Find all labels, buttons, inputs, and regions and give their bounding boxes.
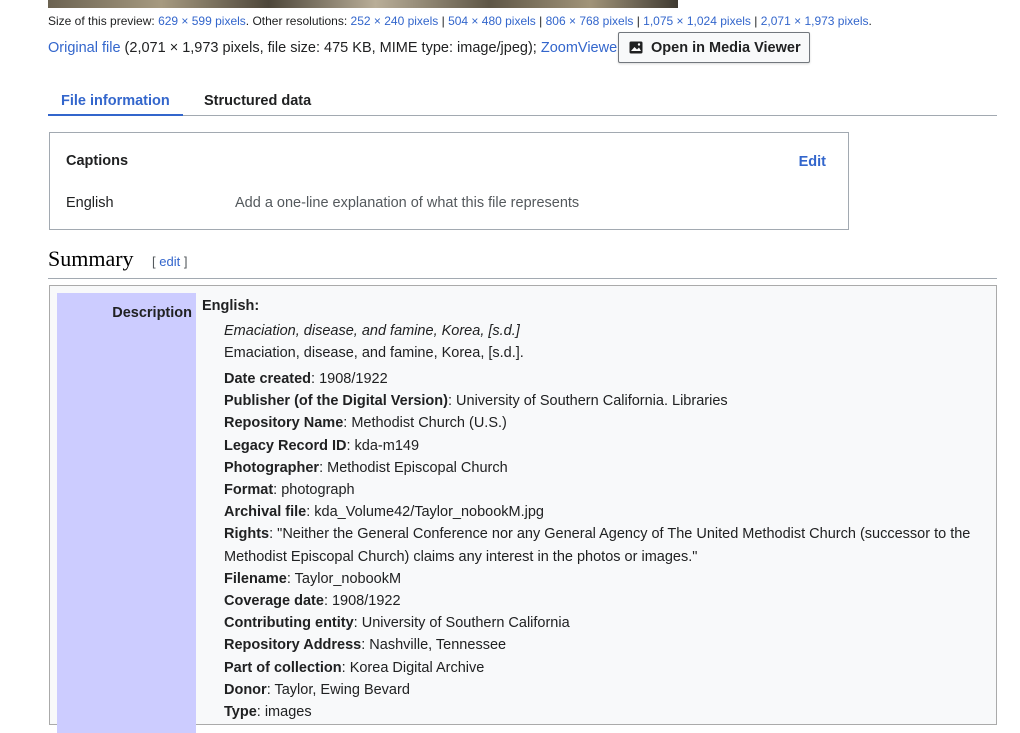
metadata-field-value: : Methodist Episcopal Church bbox=[319, 459, 508, 476]
metadata-field-key: Contributing entity bbox=[224, 615, 354, 632]
metadata-field: Repository Name: Methodist Church (U.S.) bbox=[224, 412, 982, 434]
resolution-link[interactable]: 2,071 × 1,973 pixels bbox=[761, 14, 869, 28]
metadata-field-key: Type bbox=[224, 704, 257, 721]
summary-heading: Summary [ edit ] bbox=[48, 246, 997, 279]
resolution-link[interactable]: 1,075 × 1,024 pixels bbox=[643, 14, 751, 28]
metadata-field: Repository Address: Nashville, Tennessee bbox=[224, 634, 982, 656]
summary-edit-section: [ edit ] bbox=[152, 254, 187, 269]
original-file-info: (2,071 × 1,973 pixels, file size: 475 KB… bbox=[120, 40, 541, 56]
metadata-field-key: Photographer bbox=[224, 459, 320, 476]
metadata-field-value: : kda-m149 bbox=[346, 437, 420, 454]
metadata-field-value: : Taylor, Ewing Bevard bbox=[266, 681, 410, 698]
metadata-field: Type: images bbox=[224, 701, 982, 723]
metadata-field-key: Rights bbox=[224, 526, 270, 543]
preview-resolutions: Size of this preview: 629 × 599 pixels. … bbox=[48, 14, 872, 28]
metadata-field-key: Archival file bbox=[224, 504, 307, 521]
captions-title: Captions bbox=[66, 153, 129, 169]
caption-language: English bbox=[66, 195, 114, 211]
metadata-field: Format: photograph bbox=[224, 479, 982, 501]
metadata-field-key: Legacy Record ID bbox=[224, 437, 347, 454]
open-media-viewer-label: Open in Media Viewer bbox=[651, 39, 801, 56]
open-media-viewer-button[interactable]: Open in Media Viewer bbox=[618, 32, 810, 63]
other-resolutions-label: . Other resolutions: bbox=[245, 14, 348, 28]
image-icon bbox=[629, 41, 643, 54]
metadata-field: Rights: "Neither the General Conference … bbox=[224, 523, 982, 567]
metadata-field: Contributing entity: University of South… bbox=[224, 612, 982, 634]
metadata-field-value: : photograph bbox=[273, 482, 355, 499]
metadata-field-key: Publisher (of the Digital Version) bbox=[224, 393, 448, 410]
tab-file-information[interactable]: File information bbox=[48, 88, 183, 116]
metadata-field-value: : "Neither the General Conference nor an… bbox=[224, 526, 971, 565]
summary-edit-link[interactable]: edit bbox=[159, 254, 180, 269]
captions-panel: Captions Edit English Add a one-line exp… bbox=[49, 132, 849, 230]
original-file-line: Original file (2,071 × 1,973 pixels, fil… bbox=[48, 40, 622, 56]
current-resolution-link[interactable]: 629 × 599 pixels bbox=[158, 14, 246, 28]
captions-edit-button[interactable]: Edit bbox=[799, 154, 826, 170]
summary-title: Summary bbox=[48, 246, 134, 271]
metadata-field-value: : kda_Volume42/Taylor_nobookM.jpg bbox=[306, 504, 544, 521]
file-tabs: File information Structured data bbox=[48, 88, 997, 116]
metadata-field-key: Date created bbox=[224, 371, 312, 387]
description-content: English: Emaciation, disease, and famine… bbox=[202, 298, 982, 723]
description-label: Description bbox=[112, 305, 192, 321]
period: . bbox=[868, 14, 872, 28]
metadata-field: Donor: Taylor, Ewing Bevard bbox=[224, 679, 982, 701]
metadata-field-value: : Taylor_nobookM bbox=[286, 570, 402, 587]
resolution-link[interactable]: 504 × 480 pixels bbox=[448, 14, 536, 28]
caption-placeholder: Add a one-line explanation of what this … bbox=[235, 195, 580, 211]
metadata-field-value: : 1908/1922 bbox=[311, 371, 388, 387]
tab-structured-data[interactable]: Structured data bbox=[191, 88, 324, 116]
metadata-field: Archival file: kda_Volume42/Taylor_noboo… bbox=[224, 501, 982, 523]
metadata-field: Publisher (of the Digital Version): Univ… bbox=[224, 390, 982, 412]
metadata-field-key: Filename bbox=[224, 570, 287, 587]
metadata-field: Photographer: Methodist Episcopal Church bbox=[224, 457, 982, 479]
metadata-field-value: : University of Southern California. Lib… bbox=[447, 393, 728, 410]
metadata-field: Filename: Taylor_nobookM bbox=[224, 568, 982, 590]
preview-size-label: Size of this preview: bbox=[48, 14, 155, 28]
original-file-link[interactable]: Original file bbox=[48, 40, 121, 56]
image-preview[interactable] bbox=[48, 0, 678, 8]
metadata-field-key: Donor bbox=[224, 681, 267, 698]
description-title: Emaciation, disease, and famine, Korea, … bbox=[224, 345, 524, 361]
metadata-field-value: : Methodist Church (U.S.) bbox=[343, 415, 507, 432]
metadata-field-value: : images bbox=[256, 704, 312, 721]
information-table: Description English: Emaciation, disease… bbox=[49, 285, 997, 733]
bracket-close: ] bbox=[180, 254, 188, 269]
metadata-field: Legacy Record ID: kda-m149 bbox=[224, 435, 982, 457]
metadata-field-key: Format bbox=[224, 482, 274, 499]
description-language: English: bbox=[202, 298, 260, 314]
metadata-field-value: : Korea Digital Archive bbox=[341, 659, 485, 676]
resolution-link[interactable]: 806 × 768 pixels bbox=[546, 14, 634, 28]
metadata-field-value: : Nashville, Tennessee bbox=[361, 637, 507, 654]
resolution-link[interactable]: 252 × 240 pixels bbox=[351, 14, 439, 28]
metadata-field-value: : University of Southern California bbox=[353, 615, 570, 632]
metadata-field: Part of collection: Korea Digital Archiv… bbox=[224, 657, 982, 679]
metadata-field-key: Coverage date bbox=[224, 593, 324, 610]
description-label-cell: Description bbox=[57, 293, 196, 733]
metadata-field-value: : 1908/1922 bbox=[323, 593, 401, 610]
zoomviewer-link[interactable]: ZoomViewer bbox=[541, 40, 622, 56]
description-italic-title: Emaciation, disease, and famine, Korea, … bbox=[224, 323, 520, 339]
metadata-field: Date created: 1908/1922 bbox=[224, 368, 982, 390]
metadata-field: Coverage date: 1908/1922 bbox=[224, 590, 982, 612]
metadata-field-key: Repository Name bbox=[224, 415, 344, 432]
metadata-field-key: Part of collection bbox=[224, 659, 342, 676]
metadata-field-key: Repository Address bbox=[224, 637, 362, 654]
metadata-fields: Date created: 1908/1922 Publisher (of the… bbox=[224, 368, 982, 723]
